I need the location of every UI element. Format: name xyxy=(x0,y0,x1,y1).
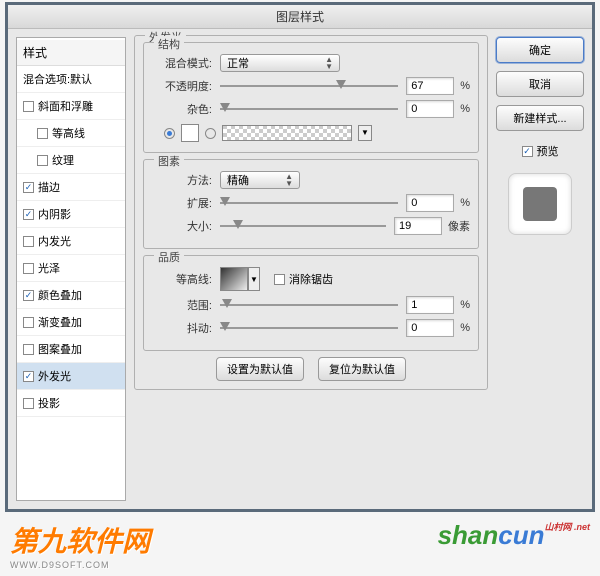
gradient-radio[interactable] xyxy=(205,128,216,139)
sidebar-item-stroke[interactable]: ✓描边 xyxy=(17,174,125,201)
structure-group: 结构 混合模式: 正常▲▼ 不透明度: 67 % 杂色: 0 xyxy=(143,42,479,153)
cancel-button[interactable]: 取消 xyxy=(496,71,584,97)
new-style-button[interactable]: 新建样式... xyxy=(496,105,584,131)
sidebar-item-inner-glow[interactable]: 内发光 xyxy=(17,228,125,255)
preview-checkbox[interactable]: ✓ xyxy=(522,146,533,157)
noise-label: 杂色: xyxy=(152,101,212,117)
sidebar-item-outer-glow[interactable]: ✓外发光 xyxy=(17,363,125,390)
antialias-checkbox[interactable] xyxy=(274,274,285,285)
checkbox-icon[interactable]: ✓ xyxy=(23,371,34,382)
updown-icon: ▲▼ xyxy=(325,56,333,70)
sidebar-item-texture[interactable]: 纹理 xyxy=(17,147,125,174)
opacity-input[interactable]: 67 xyxy=(406,77,454,95)
sidebar-item-bevel[interactable]: 斜面和浮雕 xyxy=(17,93,125,120)
preview-label: 预览 xyxy=(537,143,559,159)
jitter-input[interactable]: 0 xyxy=(406,319,454,337)
checkbox-icon[interactable] xyxy=(23,263,34,274)
gradient-picker[interactable] xyxy=(222,125,352,141)
solid-color-radio[interactable] xyxy=(164,128,175,139)
checkbox-icon[interactable]: ✓ xyxy=(23,209,34,220)
updown-icon: ▲▼ xyxy=(285,173,293,187)
method-select[interactable]: 精确▲▼ xyxy=(220,171,300,189)
blend-mode-select[interactable]: 正常▲▼ xyxy=(220,54,340,72)
outer-glow-panel: 外发光 结构 混合模式: 正常▲▼ 不透明度: 67 % 杂色: xyxy=(134,35,488,390)
checkbox-icon[interactable] xyxy=(23,101,34,112)
elements-group: 图素 方法: 精确▲▼ 扩展: 0 % 大小: 19 xyxy=(143,159,479,249)
preview-thumbnail xyxy=(508,173,572,235)
sidebar-item-contour[interactable]: 等高线 xyxy=(17,120,125,147)
styles-sidebar: 样式 混合选项:默认 斜面和浮雕 等高线 纹理 ✓描边 ✓内阴影 内发光 光泽 … xyxy=(16,37,126,501)
sidebar-item-blend-options[interactable]: 混合选项:默认 xyxy=(17,66,125,93)
jitter-slider[interactable] xyxy=(220,321,398,335)
opacity-label: 不透明度: xyxy=(152,78,212,94)
checkbox-icon[interactable] xyxy=(23,344,34,355)
size-label: 大小: xyxy=(152,218,212,234)
gradient-dropdown-icon[interactable]: ▼ xyxy=(358,125,372,141)
range-input[interactable]: 1 xyxy=(406,296,454,314)
contour-dropdown-icon[interactable]: ▼ xyxy=(248,267,260,291)
checkbox-icon[interactable] xyxy=(23,317,34,328)
watermark-left: 第九软件网 WWW.D9SOFT.COM xyxy=(10,520,150,570)
jitter-label: 抖动: xyxy=(152,320,212,336)
sidebar-item-gradient-overlay[interactable]: 渐变叠加 xyxy=(17,309,125,336)
ok-button[interactable]: 确定 xyxy=(496,37,584,63)
sidebar-item-pattern-overlay[interactable]: 图案叠加 xyxy=(17,336,125,363)
watermarks: 第九软件网 WWW.D9SOFT.COM shancun山村网 .net xyxy=(0,520,600,570)
size-input[interactable]: 19 xyxy=(394,217,442,235)
sidebar-item-inner-shadow[interactable]: ✓内阴影 xyxy=(17,201,125,228)
sidebar-item-drop-shadow[interactable]: 投影 xyxy=(17,390,125,417)
glow-color-swatch[interactable] xyxy=(181,124,199,142)
size-slider[interactable] xyxy=(220,219,386,233)
blend-mode-label: 混合模式: xyxy=(152,55,212,71)
noise-slider[interactable] xyxy=(220,102,398,116)
spread-input[interactable]: 0 xyxy=(406,194,454,212)
contour-picker[interactable] xyxy=(220,267,248,291)
checkbox-icon[interactable] xyxy=(37,155,48,166)
sidebar-item-color-overlay[interactable]: ✓颜色叠加 xyxy=(17,282,125,309)
spread-slider[interactable] xyxy=(220,196,398,210)
method-label: 方法: xyxy=(152,172,212,188)
range-slider[interactable] xyxy=(220,298,398,312)
checkbox-icon[interactable] xyxy=(23,398,34,409)
watermark-right: shancun山村网 .net xyxy=(438,520,590,570)
contour-label: 等高线: xyxy=(152,271,212,287)
dialog-title: 图层样式 xyxy=(8,5,592,29)
noise-input[interactable]: 0 xyxy=(406,100,454,118)
checkbox-icon[interactable]: ✓ xyxy=(23,290,34,301)
reset-default-button[interactable]: 复位为默认值 xyxy=(318,357,406,381)
checkbox-icon[interactable]: ✓ xyxy=(23,182,34,193)
sidebar-item-satin[interactable]: 光泽 xyxy=(17,255,125,282)
set-default-button[interactable]: 设置为默认值 xyxy=(216,357,304,381)
checkbox-icon[interactable] xyxy=(37,128,48,139)
sidebar-header: 样式 xyxy=(17,40,125,66)
range-label: 范围: xyxy=(152,297,212,313)
antialias-label: 消除锯齿 xyxy=(289,271,333,287)
opacity-slider[interactable] xyxy=(220,79,398,93)
spread-label: 扩展: xyxy=(152,195,212,211)
checkbox-icon[interactable] xyxy=(23,236,34,247)
quality-group: 品质 等高线: ▼ 消除锯齿 范围: 1 % xyxy=(143,255,479,351)
